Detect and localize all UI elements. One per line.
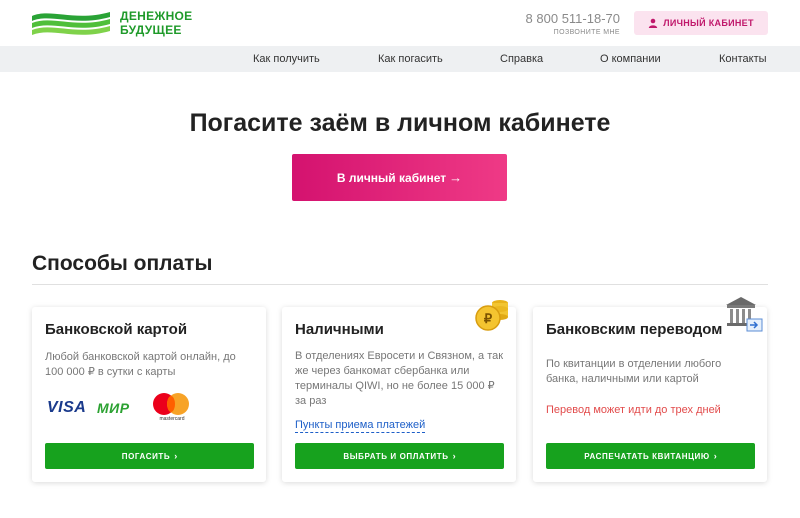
card-text-line: банка, наличными или картой [546,373,699,385]
card-text-line: В отделениях Евросети и Связном, а так [295,350,504,362]
chevron-right-icon: › [452,451,456,461]
phone-block: 8 800 511-18-70 ПОЗВОНИТЕ МНЕ [520,11,620,38]
card-description: В отделениях Евросети и Связном, а так ж… [295,349,503,409]
nav-item-how-to-repay[interactable]: Как погасить [378,53,443,66]
personal-cabinet-button[interactable]: ЛИЧНЫЙ КАБИНЕТ [634,11,768,35]
section-divider [32,284,768,285]
logo-waves-icon [32,12,110,35]
header: ДЕНЕЖНОЕ БУДУЩЕЕ 8 800 511-18-70 ПОЗВОНИ… [0,0,800,46]
choose-and-pay-label: ВЫБРАТЬ И ОПЛАТИТЬ [343,451,449,461]
payment-points-link[interactable]: Пункты приема платежей [295,419,426,433]
bank-icon [726,297,763,332]
nav-item-how-to-get[interactable]: Как получить [253,53,320,66]
logo-line-1: ДЕНЕЖНОЕ [120,9,193,23]
logo-text: ДЕНЕЖНОЕ БУДУЩЕЕ [120,9,192,37]
payment-methods-title: Способы оплаты [32,252,213,275]
repay-button-label: ПОГАСИТЬ [121,451,171,461]
card-text-line: терминалы QIWI, но не более 15 000 ₽ [295,380,495,392]
chevron-right-icon: › [713,451,717,461]
go-to-cabinet-button[interactable]: В личный кабинет → [292,154,507,201]
main-nav: Как получить Как погасить Справка О комп… [0,46,800,72]
nav-item-help[interactable]: Справка [500,53,543,66]
card-title: Банковским переводом [546,321,723,338]
payment-system-logos: VISA МИР mastercard [45,391,245,423]
card-title: Наличными [295,321,384,338]
user-icon [649,18,658,28]
repay-button[interactable]: ПОГАСИТЬ › [45,443,254,469]
card-description: По квитанции в отделении любого банка, н… [546,357,721,387]
card-cash: ₽ Наличными В отделениях Евросети и Связ… [282,300,516,482]
card-text-line: же через банкомат сбербанка или [295,365,470,377]
nav-item-contacts[interactable]: Контакты [719,53,767,66]
logo[interactable]: ДЕНЕЖНОЕ БУДУЩЕЕ [30,8,200,40]
ruble-symbol: ₽ [484,311,493,326]
card-text-line: за раз [295,395,327,407]
ruble-coins-icon: ₽ [475,300,508,331]
card-description: Любой банковской картой онлайн, до 100 0… [45,350,236,380]
hero-title: Погасите заём в личном кабинете [189,109,611,137]
visa-logo: VISA [47,399,87,416]
phone-number[interactable]: 8 800 511-18-70 [520,11,620,26]
choose-and-pay-button[interactable]: ВЫБРАТЬ И ОПЛАТИТЬ › [295,443,504,469]
mir-logo: МИР [97,400,130,416]
print-receipt-button[interactable]: РАСПЕЧАТАТЬ КВИТАНЦИЮ › [546,443,755,469]
transfer-duration-warning: Перевод может идти до трех дней [546,404,721,416]
card-text-line: Любой банковской картой онлайн, до [45,351,236,363]
mastercard-logo: mastercard [151,391,193,423]
card-text-line: По квитанции в отделении любого [546,358,722,370]
nav-item-about[interactable]: О компании [600,53,661,66]
card-bank-card: Банковской картой Любой банковской карто… [32,307,266,482]
logo-line-2: БУДУЩЕЕ [120,23,182,37]
callback-link[interactable]: ПОЗВОНИТЕ МНЕ [520,28,620,38]
arrow-right-icon: → [449,170,463,185]
card-text-line: 100 000 ₽ в сутки с карты [45,366,176,378]
chevron-right-icon: › [174,451,178,461]
mastercard-wordmark: mastercard [159,416,185,422]
print-receipt-label: РАСПЕЧАТАТЬ КВИТАНЦИЮ [584,451,710,461]
personal-cabinet-label: ЛИЧНЫЙ КАБИНЕТ [663,18,754,28]
card-bank-transfer: Банковским переводом По квитанции в отде… [533,297,767,482]
card-title: Банковской картой [45,321,188,338]
go-to-cabinet-label: В личный кабинет [336,170,447,185]
